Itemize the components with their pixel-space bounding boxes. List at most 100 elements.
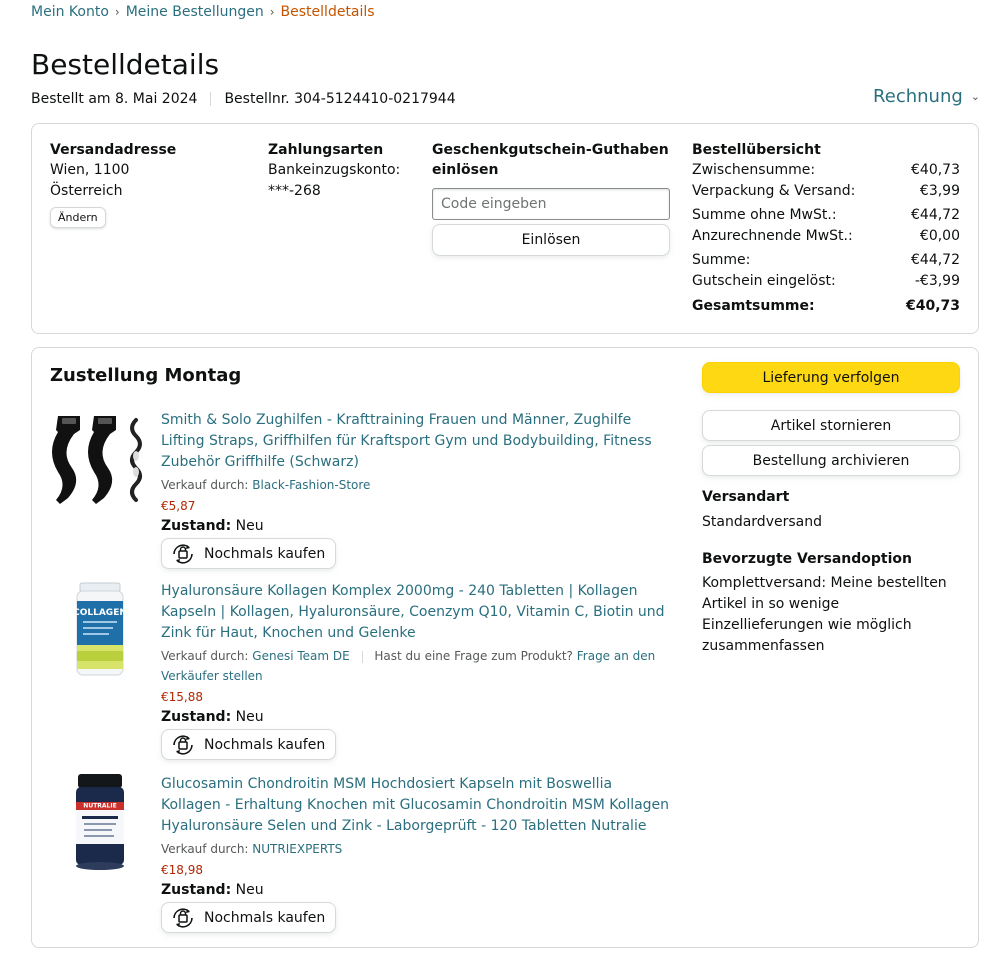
order-date: Bestellt am 8. Mai 2024 — [31, 91, 198, 107]
item-condition: Zustand: Neu — [161, 516, 676, 536]
overview-value: €44,72 — [911, 252, 960, 268]
overview-label: Zwischensumme: — [692, 162, 816, 178]
order-item-details: Hyaluronsäure Kollagen Komplex 2000mg - … — [161, 581, 676, 760]
overview-value: -€3,99 — [914, 273, 960, 289]
overview-label: Verpackung & Versand: — [692, 183, 856, 199]
product-image-collagen[interactable]: COLLAGEN — [50, 581, 150, 681]
item-price: €5,87 — [161, 499, 196, 513]
buy-again-button[interactable]: Nochmals kaufen — [161, 538, 337, 569]
change-address-button[interactable]: Ändern — [50, 207, 106, 228]
breadcrumb-my-account[interactable]: Mein Konto — [31, 4, 109, 20]
product-image-label: NUTRALIE — [83, 803, 116, 810]
order-item: Smith & Solo Zughilfen - Krafttraining F… — [50, 410, 680, 570]
buy-again-icon — [173, 734, 193, 755]
buy-again-button[interactable]: Nochmals kaufen — [161, 902, 337, 933]
product-title-link[interactable]: Smith & Solo Zughilfen - Krafttraining F… — [161, 410, 676, 473]
overview-label: Summe ohne MwSt.: — [692, 207, 837, 223]
overview-value: €3,99 — [919, 183, 960, 199]
seller-link[interactable]: Black-Fashion-Store — [252, 478, 370, 492]
shipment-card: Zustellung Montag Smith & Solo Zughilfen… — [31, 347, 979, 948]
overview-value: €44,72 — [911, 207, 960, 223]
product-image-label: COLLAGEN — [73, 608, 127, 618]
payment-title: Zahlungsarten — [268, 142, 384, 158]
condition-label: Zustand: — [161, 709, 232, 725]
total-label: Gesamtsumme: — [692, 298, 815, 314]
breadcrumb-my-orders[interactable]: Meine Bestellungen — [126, 4, 264, 20]
shipping-type-title: Versandart — [702, 489, 790, 505]
seller-prefix: Verkauf durch: — [161, 478, 249, 492]
condition-label: Zustand: — [161, 882, 232, 898]
buy-again-icon — [173, 907, 193, 928]
track-package-button[interactable]: Lieferung verfolgen — [702, 362, 960, 393]
order-summary-card: Versandadresse Wien, 1100 Österreich Änd… — [31, 123, 979, 334]
item-condition: Zustand: Neu — [161, 880, 676, 900]
product-image-glucosamine[interactable]: NUTRALIE — [50, 774, 150, 874]
buy-again-label: Nochmals kaufen — [204, 736, 326, 753]
seller-divider — [361, 650, 363, 663]
seller-link[interactable]: Genesi Team DE — [252, 649, 349, 663]
item-price: €15,88 — [161, 690, 203, 704]
shipment-actions: Lieferung verfolgen Artikel stornieren B… — [702, 362, 960, 657]
order-overview-title: Bestellübersicht — [692, 142, 821, 158]
seller-prefix: Verkauf durch: — [161, 842, 249, 856]
chevron-down-icon: ⌄ — [970, 90, 980, 103]
overview-label: Anzurechnende MwSt.: — [692, 228, 853, 244]
invoice-dropdown[interactable]: Rechnung ⌄ — [873, 86, 980, 107]
total-value: €40,73 — [905, 298, 960, 314]
order-item-details: Glucosamin Chondroitin MSM Hochdosiert K… — [161, 774, 676, 933]
redeem-button[interactable]: Einlösen — [432, 224, 670, 256]
overview-row-vat: Anzurechnende MwSt.: €0,00 — [692, 226, 960, 247]
product-title-link[interactable]: Hyaluronsäure Kollagen Komplex 2000mg - … — [161, 581, 676, 644]
breadcrumb-separator-icon: › — [269, 5, 275, 19]
buy-again-button[interactable]: Nochmals kaufen — [161, 729, 337, 760]
cancel-items-button[interactable]: Artikel stornieren — [702, 410, 960, 441]
overview-row-voucher: Gutschein eingelöst: -€3,99 — [692, 271, 960, 292]
condition-value: Neu — [235, 709, 264, 725]
overview-row-net: Summe ohne MwSt.: €44,72 — [692, 205, 960, 226]
shipping-type-value: Standardversand — [702, 514, 822, 530]
giftcard-title: Geschenkgutschein-Guthaben einlösen — [432, 142, 669, 178]
seller-link[interactable]: NUTRIEXPERTS — [252, 842, 342, 856]
shipping-address-title: Versandadresse — [50, 142, 177, 158]
archive-order-button[interactable]: Bestellung archivieren — [702, 445, 960, 476]
condition-value: Neu — [235, 518, 264, 534]
question-prefix: Hast du eine Frage zum Produkt? — [374, 649, 573, 663]
buy-again-icon — [173, 543, 193, 564]
payment-section: Zahlungsarten Bankeinzugskonto: ***-268 — [268, 140, 428, 202]
preferred-shipping-title: Bevorzugte Versandoption — [702, 551, 912, 567]
invoice-label: Rechnung — [873, 86, 963, 107]
overview-row-total: Gesamtsumme: €40,73 — [692, 296, 960, 317]
item-condition: Zustand: Neu — [161, 707, 676, 727]
order-meta: Bestellt am 8. Mai 2024 Bestellnr. 304-5… — [31, 91, 456, 107]
order-item: NUTRALIE Glucosamin Chondroitin MSM Hoch… — [50, 774, 680, 934]
shipping-address-section: Versandadresse Wien, 1100 Österreich Änd… — [50, 140, 250, 228]
product-title-link[interactable]: Glucosamin Chondroitin MSM Hochdosiert K… — [161, 774, 676, 837]
payment-line-1: Bankeinzugskonto: — [268, 162, 401, 178]
breadcrumb-order-details[interactable]: Bestelldetails — [281, 4, 375, 20]
address-line-1: Wien, 1100 — [50, 162, 130, 178]
address-line-2: Österreich — [50, 183, 123, 199]
product-image-lifting-straps[interactable] — [50, 410, 150, 510]
giftcard-code-input[interactable] — [432, 188, 670, 220]
order-item-details: Smith & Solo Zughilfen - Krafttraining F… — [161, 410, 676, 569]
order-number: Bestellnr. 304-5124410-0217944 — [224, 91, 456, 107]
payment-line-2: ***-268 — [268, 183, 321, 199]
overview-value: €0,00 — [919, 228, 960, 244]
giftcard-section: Geschenkgutschein-Guthaben einlösen Einl… — [432, 140, 672, 256]
seller-line: Verkauf durch: Genesi Team DE Hast du ei… — [161, 646, 676, 686]
seller-line: Verkauf durch: NUTRIEXPERTS — [161, 839, 676, 859]
delivery-title: Zustellung Montag — [50, 365, 242, 386]
overview-label: Summe: — [692, 252, 751, 268]
overview-label: Gutschein eingelöst: — [692, 273, 836, 289]
item-price: €18,98 — [161, 863, 203, 877]
condition-label: Zustand: — [161, 518, 232, 534]
overview-row-sum: Summe: €44,72 — [692, 250, 960, 271]
breadcrumb: Mein Konto › Meine Bestellungen › Bestel… — [31, 4, 375, 20]
page-title: Bestelldetails — [31, 48, 220, 81]
overview-row-shipping: Verpackung & Versand: €3,99 — [692, 181, 960, 202]
order-overview-section: Bestellübersicht Zwischensumme: €40,73 V… — [692, 140, 962, 317]
overview-row-subtotal: Zwischensumme: €40,73 — [692, 160, 960, 181]
buy-again-label: Nochmals kaufen — [204, 909, 326, 926]
preferred-shipping-text: Komplettversand: Meine bestellten Artike… — [702, 575, 947, 654]
order-item: COLLAGEN Hyaluronsäure Kollagen Komplex … — [50, 581, 680, 761]
